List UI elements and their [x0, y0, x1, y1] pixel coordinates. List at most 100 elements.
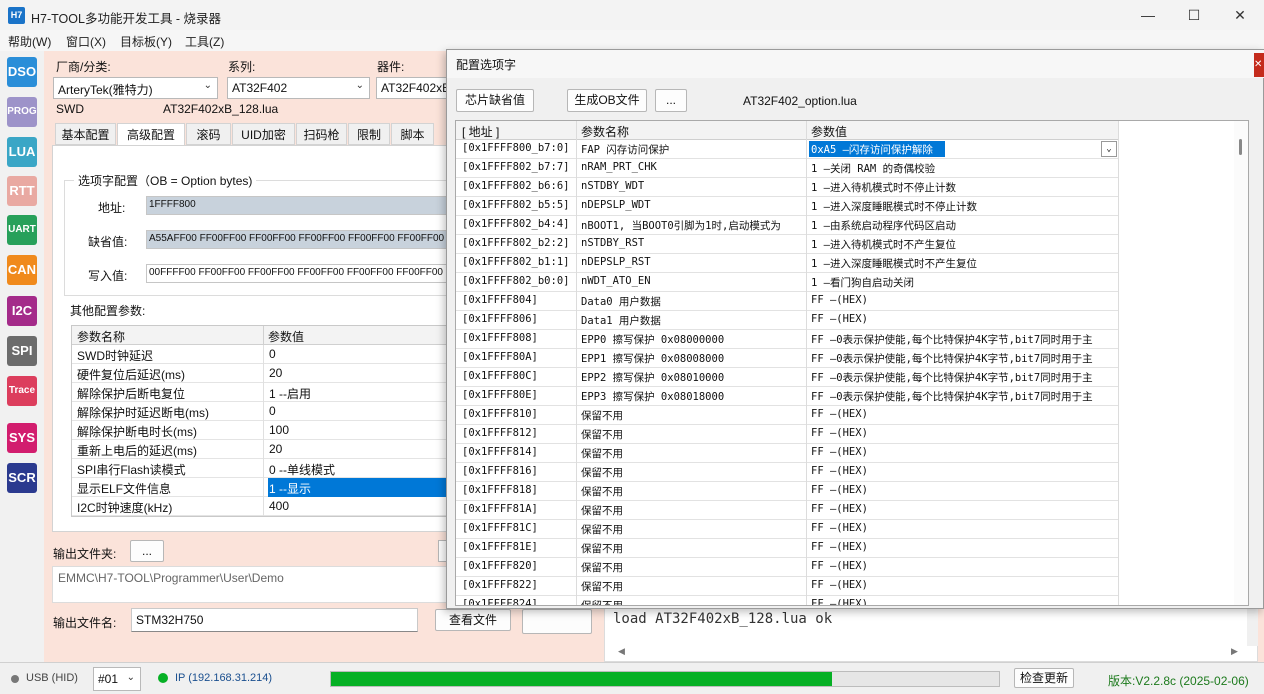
option-row[interactable]: [0x1FFFF802_b1:1] nDEPSLP_RST 1 —进入深度睡眠模式时…: [456, 254, 1119, 273]
tool-can-button[interactable]: CAN: [7, 255, 37, 285]
property-row[interactable]: 硬件复位后延迟(ms) 20: [72, 364, 448, 383]
tool-dso-button[interactable]: DSO: [7, 57, 37, 87]
property-value[interactable]: 1 --显示: [268, 478, 448, 497]
option-param-value[interactable]: FF —(HEX): [811, 484, 1117, 496]
dialog-close-button[interactable]: ✕: [1254, 53, 1264, 77]
browse-folder-button[interactable]: ...: [130, 540, 164, 562]
property-value[interactable]: 20: [268, 364, 448, 383]
scroll-right-icon[interactable]: ▶: [1231, 646, 1238, 657]
property-row[interactable]: SPI串行Flash读模式 0 --单线模式: [72, 459, 448, 478]
write-value-input[interactable]: 00FFFF00 FF00FF00 FF00FF00 FF00FF00 FF00…: [146, 264, 448, 283]
device-number-select[interactable]: #01 ⌄: [93, 667, 141, 691]
generate-ob-button[interactable]: 生成OB文件: [567, 89, 647, 112]
property-value[interactable]: 1 --启用: [268, 383, 448, 402]
log-scrollbar[interactable]: [1247, 606, 1258, 646]
option-param-value[interactable]: 1 —进入深度睡眠模式时不产生复位: [811, 256, 1117, 271]
maximize-button[interactable]: ☐: [1171, 0, 1217, 30]
extra-button[interactable]: [522, 609, 592, 634]
option-row[interactable]: [0x1FFFF802_b4:4] nBOOT1, 当BOOT0引脚为1时,启动模…: [456, 216, 1119, 235]
tool-trace-button[interactable]: Trace: [7, 376, 37, 406]
option-param-value[interactable]: 1 —看门狗自启动关闭: [811, 275, 1117, 290]
output-filename-input[interactable]: STM32H750: [131, 608, 418, 632]
option-row[interactable]: [0x1FFFF81E] 保留不用 FF —(HEX): [456, 539, 1119, 558]
option-param-value[interactable]: FF —(HEX): [811, 503, 1117, 515]
property-row[interactable]: 显示ELF文件信息 1 --显示: [72, 478, 448, 497]
tab-6[interactable]: 限制: [348, 123, 390, 145]
tab-4[interactable]: UID加密: [232, 123, 295, 145]
option-param-value[interactable]: 1 —进入待机模式时不产生复位: [811, 237, 1117, 252]
property-row[interactable]: SWD时钟延迟 0: [72, 345, 448, 364]
tool-rtt-button[interactable]: RTT: [7, 176, 37, 206]
property-value[interactable]: 0 --单线模式: [268, 459, 448, 478]
option-param-value[interactable]: 1 —进入深度睡眠模式时不停止计数: [811, 199, 1117, 214]
property-value[interactable]: 100: [268, 421, 448, 440]
minimize-button[interactable]: —: [1125, 0, 1171, 30]
option-param-value[interactable]: FF —0表示保护使能,每个比特保护4K字节,bit7同时用于主: [811, 332, 1117, 347]
tab-3[interactable]: 滚码: [186, 123, 231, 145]
option-row[interactable]: [0x1FFFF814] 保留不用 FF —(HEX): [456, 444, 1119, 463]
tool-prog-button[interactable]: PROG: [7, 97, 37, 127]
output-folder-path[interactable]: EMMC\H7-TOOL\Programmer\User\Demo: [52, 566, 448, 603]
option-row[interactable]: [0x1FFFF802_b0:0] nWDT_ATO_EN 1 —看门狗自启动关闭: [456, 273, 1119, 292]
option-param-value[interactable]: 0xA5 —闪存访问保护解除: [809, 141, 945, 157]
option-row[interactable]: [0x1FFFF81A] 保留不用 FF —(HEX): [456, 501, 1119, 520]
option-param-value[interactable]: FF —(HEX): [811, 541, 1117, 553]
check-update-button[interactable]: 检查更新: [1014, 668, 1074, 688]
default-value-input[interactable]: A55AFF00 FF00FF00 FF00FF00 FF00FF00 FF00…: [146, 230, 448, 249]
property-value[interactable]: 400: [268, 497, 448, 516]
option-param-value[interactable]: FF —(HEX): [811, 313, 1117, 325]
option-row[interactable]: [0x1FFFF824] 保留不用 FF —(HEX): [456, 596, 1119, 605]
option-row[interactable]: [0x1FFFF802_b7:7] nRAM_PRT_CHK 1 —关闭 RAM 的…: [456, 159, 1119, 178]
option-row[interactable]: [0x1FFFF820] 保留不用 FF —(HEX): [456, 558, 1119, 577]
option-row[interactable]: [0x1FFFF802_b2:2] nSTDBY_RST 1 —进入待机模式时不产生…: [456, 235, 1119, 254]
tool-lua-button[interactable]: LUA: [7, 137, 37, 167]
option-param-value[interactable]: FF —(HEX): [811, 579, 1117, 591]
option-param-value[interactable]: FF —(HEX): [811, 427, 1117, 439]
option-row[interactable]: [0x1FFFF816] 保留不用 FF —(HEX): [456, 463, 1119, 482]
option-row[interactable]: [0x1FFFF810] 保留不用 FF —(HEX): [456, 406, 1119, 425]
option-row[interactable]: [0x1FFFF800_b7:0] FAP 闪存访问保护 0xA5 —闪存访问保护解…: [456, 140, 1119, 159]
option-param-value[interactable]: FF —(HEX): [811, 446, 1117, 458]
option-row[interactable]: [0x1FFFF802_b5:5] nDEPSLP_WDT 1 —进入深度睡眠模式时…: [456, 197, 1119, 216]
option-param-value[interactable]: FF —(HEX): [811, 598, 1117, 605]
close-button[interactable]: ✕: [1217, 0, 1263, 30]
tab-7[interactable]: 脚本: [391, 123, 434, 145]
option-param-value[interactable]: 1 —进入待机模式时不停止计数: [811, 180, 1117, 195]
property-value[interactable]: 0: [268, 345, 448, 364]
option-param-value[interactable]: FF —(HEX): [811, 294, 1117, 306]
series-select[interactable]: AT32F402 ⌄: [227, 77, 370, 99]
tab-2[interactable]: 高级配置: [117, 123, 185, 146]
option-param-value[interactable]: FF —(HEX): [811, 465, 1117, 477]
option-row[interactable]: [0x1FFFF80C] EPP2 擦写保护 0x08010000 FF —0表示保…: [456, 368, 1119, 387]
option-row[interactable]: [0x1FFFF822] 保留不用 FF —(HEX): [456, 577, 1119, 596]
menu-window[interactable]: 窗口(X): [66, 33, 106, 50]
scroll-thumb[interactable]: [1239, 139, 1242, 155]
property-row[interactable]: 解除保护时延迟断电(ms) 0: [72, 402, 448, 421]
option-param-value[interactable]: FF —0表示保护使能,每个比特保护4K字节,bit7同时用于主: [811, 389, 1117, 404]
tool-i2c-button[interactable]: I2C: [7, 296, 37, 326]
menu-help[interactable]: 帮助(W): [8, 33, 51, 50]
option-param-value[interactable]: FF —0表示保护使能,每个比特保护4K字节,bit7同时用于主: [811, 370, 1117, 385]
menu-target-board[interactable]: 目标板(Y): [120, 33, 172, 50]
option-row[interactable]: [0x1FFFF804] Data0 用户数据 FF —(HEX): [456, 292, 1119, 311]
tool-uart-button[interactable]: UART: [7, 215, 37, 245]
view-file-button[interactable]: 查看文件: [435, 609, 511, 631]
menu-tools[interactable]: 工具(Z): [185, 33, 224, 50]
device-select[interactable]: AT32F402xB: [376, 77, 448, 99]
option-param-value[interactable]: FF —(HEX): [811, 522, 1117, 534]
tab-5[interactable]: 扫码枪: [296, 123, 347, 145]
tool-spi-button[interactable]: SPI: [7, 336, 37, 366]
address-input[interactable]: 1FFFF800: [146, 196, 448, 215]
option-row[interactable]: [0x1FFFF802_b6:6] nSTDBY_WDT 1 —进入待机模式时不停止…: [456, 178, 1119, 197]
tab-1[interactable]: 基本配置: [55, 123, 116, 145]
property-value[interactable]: 20: [268, 440, 448, 459]
option-param-value[interactable]: 1 —由系统启动程序代码区启动: [811, 218, 1117, 233]
tool-scr-button[interactable]: SCR: [7, 463, 37, 493]
option-param-value[interactable]: 1 —关闭 RAM 的奇偶校验: [811, 161, 1117, 176]
option-row[interactable]: [0x1FFFF80E] EPP3 擦写保护 0x08018000 FF —0表示保…: [456, 387, 1119, 406]
property-row[interactable]: I2C时钟速度(kHz) 400: [72, 497, 448, 516]
property-value[interactable]: 0: [268, 402, 448, 421]
browse-ob-button[interactable]: ...: [655, 89, 687, 112]
option-param-value[interactable]: FF —0表示保护使能,每个比特保护4K字节,bit7同时用于主: [811, 351, 1117, 366]
option-row[interactable]: [0x1FFFF812] 保留不用 FF —(HEX): [456, 425, 1119, 444]
